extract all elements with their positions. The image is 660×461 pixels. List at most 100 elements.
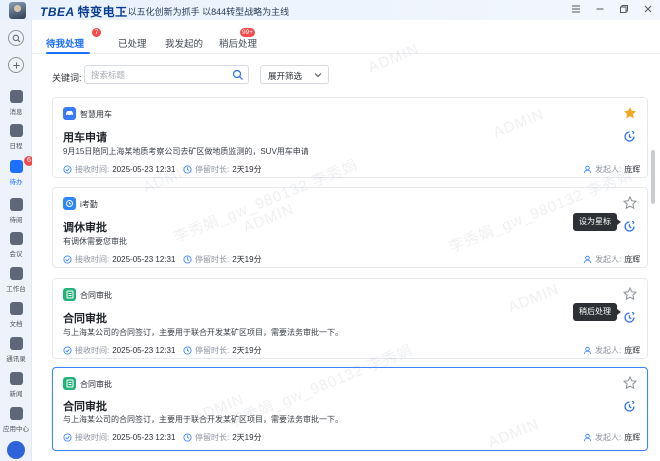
stay-value: 2天19分 [232,433,262,442]
attendance-icon [63,197,76,210]
stay-label: 停留时长: [195,255,230,264]
app-name: i考勤 [80,200,98,209]
initiator-label: 发起人: [595,433,622,442]
received-time: 接收时间: 2025-05-23 12:31 [63,254,175,265]
left-nav: 消息 日程 待办 6 待阅 会议 工作台 文档 通讯录 新闻 应用中心 [0,20,34,461]
nav-label: 待阅 [9,217,23,224]
restore-icon[interactable] [618,3,630,15]
tab-underline [46,52,90,54]
stay-duration: 停留时长: 2天19分 [183,254,262,265]
card-description: 与上海某公司的合同签订，主要用于联合开发某矿区项目，需要法务审批一下。 [63,415,343,424]
contract-icon [63,377,76,390]
nav-item-read[interactable]: 待阅 [0,194,32,228]
menu-icon[interactable] [570,3,582,15]
snooze-clock-icon[interactable] [623,220,636,233]
received-value: 2025-05-23 12:31 [112,346,176,355]
car-icon [63,107,76,120]
initiator: 发起人: 庞辉 [583,164,640,175]
received-value: 2025-05-23 12:31 [112,165,176,174]
card-title: 用车申请 [63,132,107,144]
nav-item-workbench[interactable]: 工作台 [0,263,32,297]
scrollbar-thumb[interactable] [651,150,655,204]
received-time: 接收时间: 2025-05-23 12:31 [63,164,175,175]
workbench-icon [9,267,23,280]
person-icon [583,165,592,174]
stay-label: 停留时长: [195,433,230,442]
todo-card-selected[interactable]: 合同审批 合同审批 与上海某公司的合同签订，主要用于联合开发某矿区项目，需要法务… [52,367,648,451]
person-icon [583,433,592,442]
snooze-clock-icon[interactable] [623,130,636,143]
received-label: 接收时间: [75,255,110,264]
filter-dropdown[interactable]: 展开筛选 [260,65,329,84]
assistant-avatar[interactable] [7,441,25,459]
slogan: • 以五化创新为抓手 以844转型战略为主线 [122,7,290,17]
app-name: 合同审批 [80,380,112,389]
card-title: 合同审批 [63,313,107,325]
tab-bar: 待我处理 7 已处理 我发起的 稍后处理 99+ [32,20,660,54]
nav-label: 应用中心 [3,426,29,433]
tab-processed[interactable]: 已处理 [118,36,147,50]
add-icon[interactable] [8,57,24,73]
stay-duration: 停留时长: 2天19分 [183,345,262,356]
filter-dropdown-value: 展开筛选 [268,71,303,81]
search-icon[interactable] [232,69,244,81]
snooze-clock-icon[interactable] [623,400,636,413]
person-icon [583,346,592,355]
card-description: 与上海某公司的合同签订，主要用于联合开发某矿区项目，需要法务审批一下。 [63,328,343,337]
stay-label: 停留时长: [195,346,230,355]
received-label: 接收时间: [75,346,110,355]
todo-card[interactable]: 智慧用车 用车申请 9月15日陪同上海某地质考察公司去矿区做地质监测的，SUV用… [52,97,648,178]
stay-value: 2天19分 [232,255,262,264]
search-input[interactable] [91,67,221,82]
nav-label: 文档 [9,321,23,328]
nav-item-news[interactable]: 新闻 [0,368,32,402]
tab-pending-badge: 7 [92,28,101,37]
card-description: 有调休需要您审批 [63,237,127,246]
nav-item-message[interactable]: 消息 [0,86,32,120]
search-box [84,65,249,84]
card-title: 调休审批 [63,222,107,234]
snooze-clock-icon[interactable] [623,311,636,324]
initiator-value: 庞辉 [624,433,641,442]
tab-later[interactable]: 稍后处理 [219,36,257,50]
minimize-icon[interactable] [594,3,606,15]
search-icon[interactable] [8,30,24,46]
nav-label: 消息 [9,109,23,116]
todo-icon [9,160,23,173]
card-description: 9月15日陪同上海某地质考察公司去矿区做地质监测的，SUV用车申请 [63,147,309,156]
nav-item-meeting[interactable]: 会议 [0,228,32,262]
chevron-down-icon [314,73,322,78]
nav-item-contacts[interactable]: 通讯录 [0,333,32,367]
nav-item-document[interactable]: 文档 [0,298,32,332]
user-avatar[interactable] [9,2,26,19]
tab-initiated[interactable]: 我发起的 [165,36,203,50]
clock-icon [183,255,192,264]
stay-duration: 停留时长: 2天19分 [183,432,262,443]
nav-item-app-center[interactable]: 应用中心 [0,403,32,437]
calendar-icon [9,124,23,137]
star-outline-icon[interactable] [623,376,637,390]
initiator-label: 发起人: [595,346,622,355]
received-value: 2025-05-23 12:31 [112,433,176,442]
stay-duration: 停留时长: 2天19分 [183,164,262,175]
todo-card[interactable]: i考勤 调休审批 有调休需要您审批 接收时间: 2025-05-23 12:31 … [52,187,648,268]
star-filled-icon[interactable] [623,106,637,120]
star-outline-icon[interactable] [623,287,637,301]
nav-label: 会议 [9,251,23,258]
contacts-icon [9,337,23,350]
nav-item-calendar[interactable]: 日程 [0,120,32,154]
tooltip-later: 稍后处理 [573,303,621,321]
star-outline-icon[interactable] [623,196,637,210]
received-time: 接收时间: 2025-05-23 12:31 [63,345,175,356]
document-icon [9,302,23,315]
check-circle-icon [63,433,72,442]
nav-item-todo[interactable]: 待办 6 [0,156,34,190]
stay-label: 停留时长: [195,165,230,174]
tab-pending[interactable]: 待我处理 [46,36,84,50]
close-icon[interactable] [642,3,654,15]
todo-card[interactable]: 合同审批 合同审批 与上海某公司的合同签订，主要用于联合开发某矿区项目，需要法务… [52,278,648,359]
clock-icon [183,165,192,174]
received-label: 接收时间: [75,165,110,174]
initiator-value: 庞辉 [624,165,641,174]
news-icon [9,372,23,385]
